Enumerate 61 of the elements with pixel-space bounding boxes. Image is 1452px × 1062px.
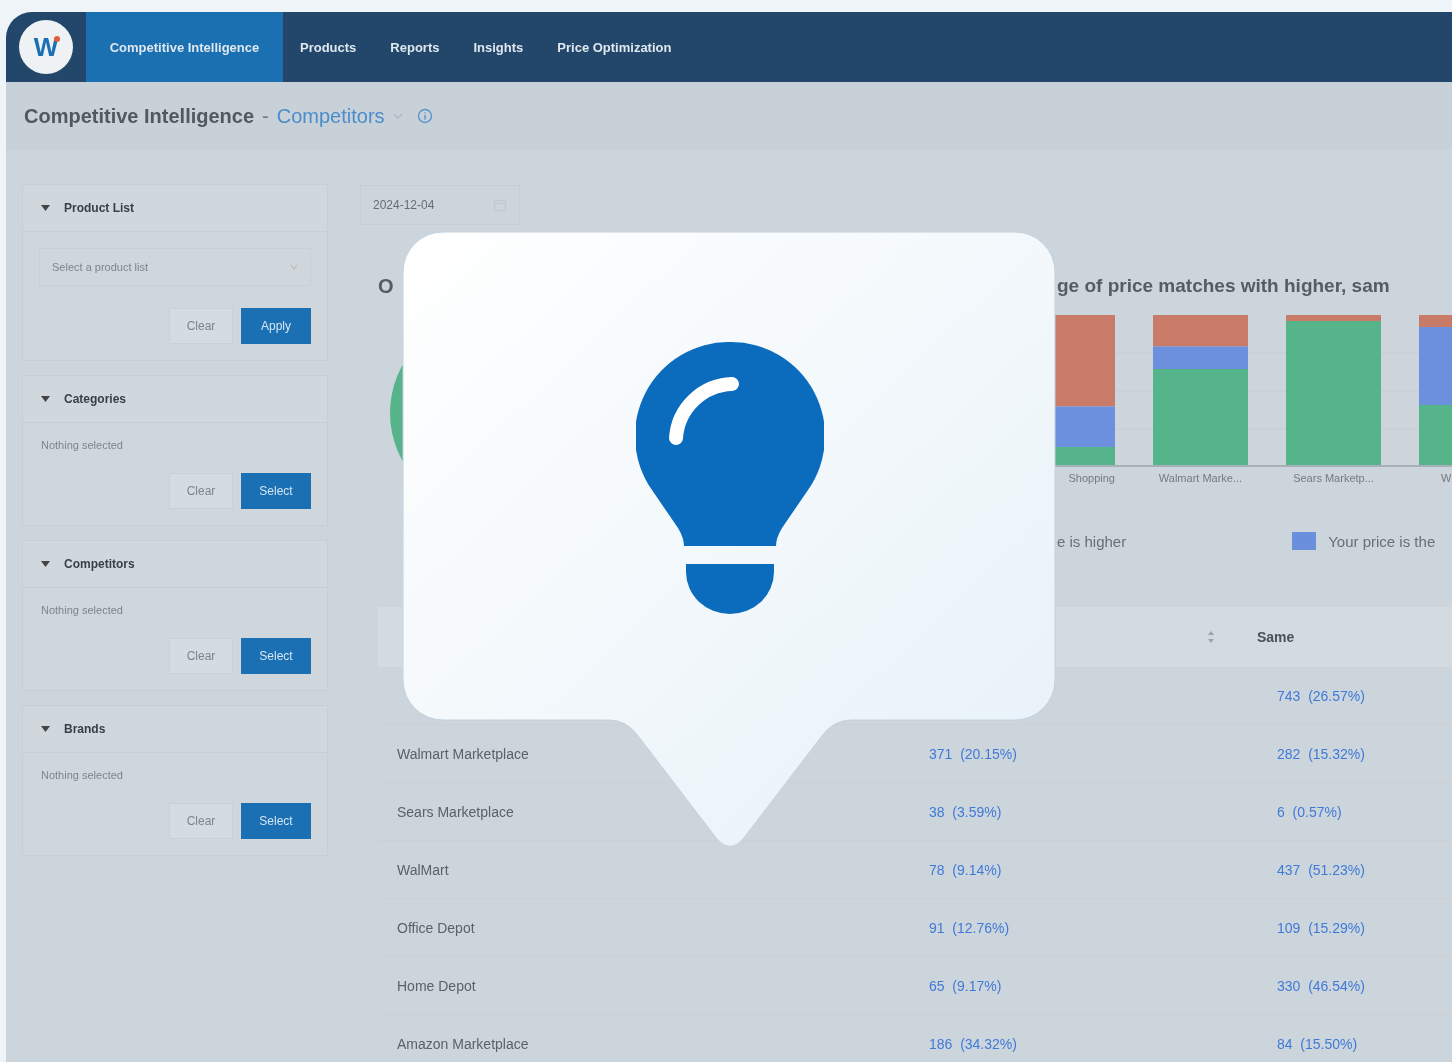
product-list-dropdown[interactable]: Select a product list: [39, 248, 311, 286]
clear-button[interactable]: Clear: [169, 803, 233, 839]
filter-title: Categories: [64, 392, 127, 406]
nav-tab[interactable]: Competitive Intelligence: [86, 12, 283, 82]
bar-segment: [1419, 405, 1452, 465]
selection-summary: Nothing selected: [40, 769, 124, 781]
primary-button[interactable]: Select: [241, 638, 311, 674]
logo[interactable]: W: [19, 20, 73, 74]
clear-button[interactable]: Clear: [169, 473, 233, 509]
table-cell: 84 (15.50%): [1277, 1035, 1358, 1052]
breadcrumb-separator: -: [262, 104, 269, 128]
chart-title: ge of price matches with higher, sam: [1057, 275, 1391, 297]
table-cell: Home Depot: [397, 977, 476, 994]
table-cell: 91 (12.76%): [929, 919, 1010, 936]
table-cell: Office Depot: [397, 919, 475, 936]
table-cell: 371 (20.15%): [929, 745, 1017, 762]
table-cell: 78 (9.14%): [929, 861, 1002, 878]
bar-label: Walmart Marke...: [1157, 472, 1244, 484]
table-cell: 38 (3.59%): [929, 803, 1002, 820]
caret-icon: [290, 264, 298, 270]
selection-summary: Nothing selected: [40, 439, 124, 451]
primary-button[interactable]: Select: [241, 473, 311, 509]
nav-tab[interactable]: Reports: [373, 12, 457, 82]
legend-label: Your price is the: [1328, 532, 1436, 550]
clear-button[interactable]: Clear: [169, 308, 233, 344]
table-cell: WalMart: [397, 861, 449, 878]
primary-button[interactable]: Apply: [241, 308, 311, 344]
selection-summary: Nothing selected: [40, 604, 124, 616]
bar-label: Sears Marketp...: [1292, 472, 1375, 484]
table-cell: Walmart Marketplace: [397, 745, 529, 762]
table-cell: 109 (15.29%): [1277, 919, 1365, 936]
breadcrumb-section[interactable]: Competitive Intelligence: [24, 104, 255, 128]
bar-label: W: [1440, 472, 1452, 484]
collapse-arrow-icon[interactable]: [41, 726, 50, 732]
nav-tab[interactable]: Products: [283, 12, 374, 82]
filter-title: Brands: [64, 722, 106, 736]
table-cell: 743 (26.57%): [1277, 687, 1365, 704]
table-cell: 6 (0.57%): [1277, 803, 1342, 820]
collapse-arrow-icon[interactable]: [41, 205, 50, 211]
table-cell: 65 (9.17%): [929, 977, 1002, 994]
table-cell: 330 (46.54%): [1277, 977, 1365, 994]
table-cell: Amazon Marketplace: [397, 1035, 529, 1052]
table-cell: Sears Marketplace: [397, 803, 514, 820]
clear-button[interactable]: Clear: [169, 638, 233, 674]
lightbulb-icon: [636, 342, 824, 614]
date-field[interactable]: 2024-12-04: [360, 185, 520, 225]
table-cell: 437 (51.23%): [1277, 861, 1365, 878]
bar-label: Shopping: [1067, 472, 1115, 484]
filter-title: Product List: [64, 201, 134, 215]
legend-label: e is higher: [1057, 532, 1127, 550]
panel-heading: O: [378, 275, 394, 298]
filter-title: Competitors: [64, 557, 135, 571]
primary-button[interactable]: Select: [241, 803, 311, 839]
collapse-arrow-icon[interactable]: [41, 396, 50, 402]
breadcrumb-page[interactable]: Competitors: [276, 104, 385, 128]
nav-tab[interactable]: Insights: [456, 12, 541, 82]
table-cell: 282 (15.32%): [1277, 745, 1365, 762]
nav-tab[interactable]: Price Optimization: [540, 12, 689, 82]
collapse-arrow-icon[interactable]: [41, 561, 50, 567]
table-cell: 186 (34.32%): [929, 1035, 1017, 1052]
column-header[interactable]: Same: [1245, 629, 1295, 645]
